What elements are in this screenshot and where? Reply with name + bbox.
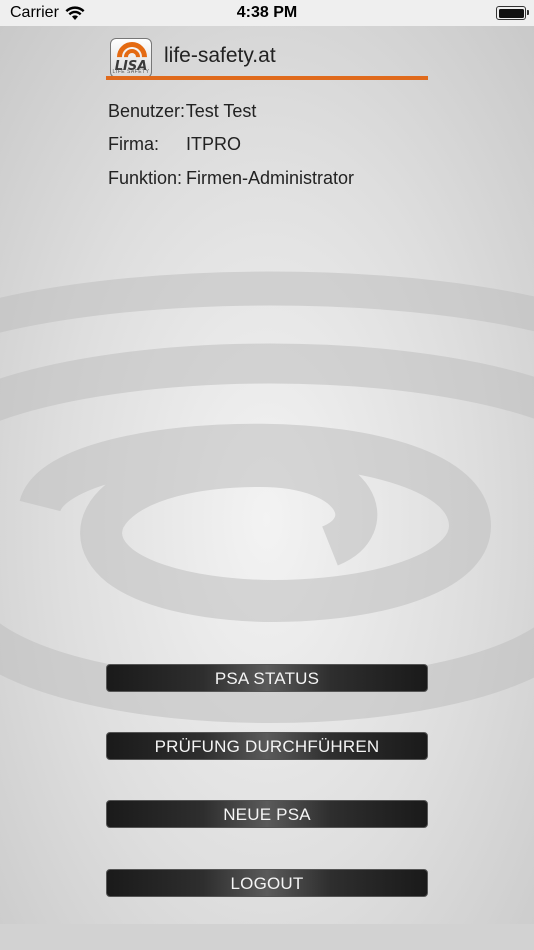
- info-value: Test Test: [185, 101, 257, 121]
- clock: 4:38 PM: [236, 4, 298, 21]
- site-title: life-safety.at: [164, 44, 276, 67]
- info-row-firma: Firma: ITPRO: [108, 134, 241, 155]
- info-label: Funktion:: [108, 168, 183, 188]
- home-screen: LISA LIFE SAFETY life-safety.at Benutzer…: [0, 26, 534, 924]
- logout-button[interactable]: LOGOUT: [106, 869, 428, 897]
- info-value: ITPRO: [186, 134, 242, 154]
- logo-subtext: LIFE SAFETY: [112, 69, 150, 75]
- neue-psa-button[interactable]: NEUE PSA: [106, 800, 428, 828]
- battery-full-icon: [496, 6, 529, 20]
- info-label: Benutzer:: [108, 101, 186, 121]
- status-bar: Carrier 4:38 PM: [0, 0, 534, 26]
- title-underline: [106, 76, 428, 80]
- info-value: Firmen-Administrator: [186, 168, 355, 188]
- info-row-funktion: Funktion: Firmen-Administrator: [108, 168, 354, 189]
- bottom-bar: [0, 924, 534, 950]
- swirl-background-graphic: [0, 271, 534, 723]
- info-label: Firma:: [108, 134, 159, 154]
- pruefung-durchfuehren-button[interactable]: PRÜFUNG DURCHFÜHREN: [106, 732, 428, 760]
- app-logo: LISA LIFE SAFETY: [110, 38, 152, 78]
- psa-status-button[interactable]: PSA STATUS: [106, 664, 428, 692]
- info-row-benutzer: Benutzer: Test Test: [108, 101, 256, 122]
